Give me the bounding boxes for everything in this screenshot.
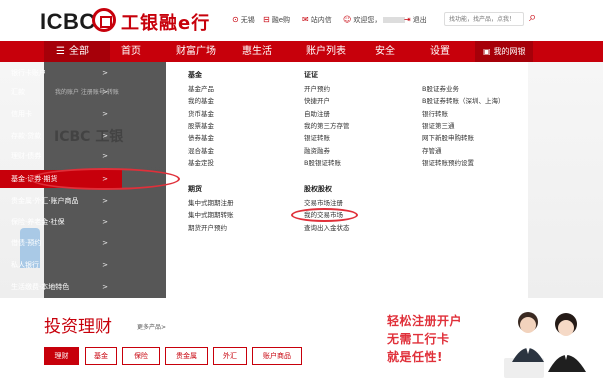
promo-people-illustration (504, 312, 586, 378)
invest-title: 投资理财 (44, 317, 112, 337)
nav-security[interactable]: 安全 (375, 41, 395, 62)
product-tab[interactable]: 保险 (122, 347, 160, 365)
nav-life[interactable]: 惠生活 (242, 41, 272, 62)
user-icon: ☺ (343, 15, 352, 24)
fund-link[interactable]: 货币基金 (188, 108, 214, 118)
futures-link[interactable]: 集中式期期注册 (188, 197, 234, 207)
chevron-right-icon: > (102, 283, 108, 291)
search-input[interactable] (444, 12, 524, 26)
product-tab[interactable]: 基金 (85, 347, 117, 365)
top-header: ICBC 工银融e行 ⊙无锡 ⊟融e购 ✉站内信 ☺欢迎您， ⇥退出 ⌕ (0, 0, 603, 41)
nav-accounts[interactable]: 账户列表 (306, 41, 346, 62)
securities-link[interactable]: 我的第三方存管 (304, 120, 350, 130)
left-menu-label: 存款·贷款 (11, 132, 42, 140)
fund-heading: 基金 (188, 71, 202, 79)
chevron-right-icon: > (102, 110, 108, 118)
b_share-link[interactable]: 银证第三通 (422, 120, 455, 130)
left-menu-label: 贵金属·外汇·账户商品 (11, 197, 79, 205)
logo-cn-text[interactable]: 工银融e行 (121, 9, 210, 35)
logout-icon: ⇥ (404, 15, 411, 24)
left-menu-label: 理财·债券 (11, 152, 42, 160)
product-tab[interactable]: 贵金属 (165, 347, 208, 365)
left-menu-label: 汇款 (11, 88, 25, 96)
annotation-oval-link (291, 208, 358, 222)
fund-link[interactable]: 基金定投 (188, 157, 214, 167)
left-menu-label: 银行卡账户 (11, 69, 46, 77)
b_share-link[interactable]: 网下新股申购转账 (422, 132, 474, 142)
fund-link[interactable]: 混合基金 (188, 145, 214, 155)
icbc-logo[interactable]: ICBC (40, 9, 96, 35)
securities-link[interactable]: 快捷开户 (304, 95, 330, 105)
rongegou-link[interactable]: ⊟ 融e购 (263, 15, 290, 25)
b_share-link[interactable]: B股证券业务 (422, 83, 459, 93)
left-menu-label: 信用卡 (11, 110, 32, 118)
ghost-shortcuts: 我的账户 注册账号 转账 (55, 89, 119, 96)
promo-line-1: 轻松注册开户 (387, 314, 463, 328)
left-menu-item[interactable]: 生活缴费·本地特色 > (0, 278, 122, 296)
fund-link[interactable]: 我的基金 (188, 95, 214, 105)
fund-link[interactable]: 基金产品 (188, 83, 214, 93)
stock-rights-heading: 股权股权 (304, 185, 332, 193)
fund-link[interactable]: 股票基金 (188, 120, 214, 130)
securities-heading: 证证 (304, 71, 318, 79)
chevron-right-icon: > (102, 239, 108, 247)
mail-icon: ✉ (302, 15, 309, 24)
securities-link[interactable]: 融资融券 (304, 145, 330, 155)
ghost-logo: ICBC 工银 (54, 129, 124, 145)
left-menu-label: 生活缴费·本地特色 (11, 283, 70, 291)
location-icon: ⊙ (232, 15, 239, 24)
product-tab[interactable]: 账户商品 (252, 347, 302, 365)
menu-icon: ☰ (56, 46, 65, 57)
left-menu-item[interactable]: 理财·债券 > (0, 147, 122, 165)
stock_rights-link[interactable]: 查询出入金状态 (304, 222, 350, 232)
chevron-right-icon: > (102, 261, 108, 269)
fund-link[interactable]: 债券基金 (188, 132, 214, 142)
b_share-link[interactable]: 银证转账预约设置 (422, 157, 474, 167)
futures-heading: 期货 (188, 185, 202, 193)
securities-link[interactable]: 开户预约 (304, 83, 330, 93)
b_share-link[interactable]: B股证券转账（深圳、上海） (422, 95, 504, 105)
securities-link[interactable]: 银证转账 (304, 132, 330, 142)
wallet-icon: ▣ (483, 47, 491, 56)
stock_rights-link[interactable]: 交易市场注册 (304, 197, 343, 207)
left-menu-item[interactable]: 借债·预约 > (0, 234, 122, 252)
left-menu-label: 私人银行 (11, 261, 39, 269)
promo-line-2: 无需工行卡 (387, 332, 450, 346)
nav-home[interactable]: 首页 (121, 41, 141, 62)
b_share-link[interactable]: 银行转账 (422, 108, 448, 118)
icbc-seal-icon (92, 8, 116, 32)
chevron-right-icon: > (102, 152, 108, 160)
nav-settings[interactable]: 设置 (430, 41, 450, 62)
left-menu-label: 保险·养老金·社保 (11, 218, 65, 226)
nav-all-button[interactable]: ☰ 全部 (44, 41, 110, 62)
chevron-right-icon: > (102, 218, 108, 226)
chevron-right-icon: > (102, 197, 108, 205)
left-menu-item[interactable]: 信用卡 > (0, 105, 122, 123)
product-tab[interactable]: 理财 (44, 347, 79, 365)
nav-wealth[interactable]: 财富广场 (176, 41, 216, 62)
more-products-link[interactable]: 更多产品> (137, 322, 166, 331)
futures-link[interactable]: 集中式期期转账 (188, 209, 234, 219)
chevron-right-icon: > (102, 69, 108, 77)
left-menu-label: 借债·预约 (11, 239, 42, 247)
left-menu-item[interactable]: 私人银行 > (0, 256, 122, 274)
search-icon[interactable]: ⌕ (529, 10, 536, 25)
messages-link[interactable]: ✉ 站内信 (302, 15, 332, 25)
left-menu-item[interactable]: 保险·养老金·社保 > (0, 213, 122, 231)
promo-line-3: 就是任性! (387, 350, 443, 364)
logout-link[interactable]: ⇥ 退出 (404, 15, 427, 25)
securities-link[interactable]: B股银证转账 (304, 157, 341, 167)
left-menu-item[interactable]: 贵金属·外汇·账户商品 > (0, 192, 122, 210)
welcome-link[interactable]: ☺ 欢迎您， (343, 15, 406, 25)
cart-icon: ⊟ (263, 15, 270, 24)
product-tab[interactable]: 外汇 (213, 347, 247, 365)
b_share-link[interactable]: 存管通 (422, 145, 442, 155)
futures-link[interactable]: 期货开户预约 (188, 222, 227, 232)
nav-mybank[interactable]: ▣ 我的网银 (475, 41, 533, 62)
left-menu-item[interactable]: 银行卡账户 > (0, 64, 122, 82)
securities-link[interactable]: 自助注册 (304, 108, 330, 118)
location-link[interactable]: ⊙ 无锡 (232, 15, 255, 25)
annotation-oval-menu (30, 168, 180, 190)
